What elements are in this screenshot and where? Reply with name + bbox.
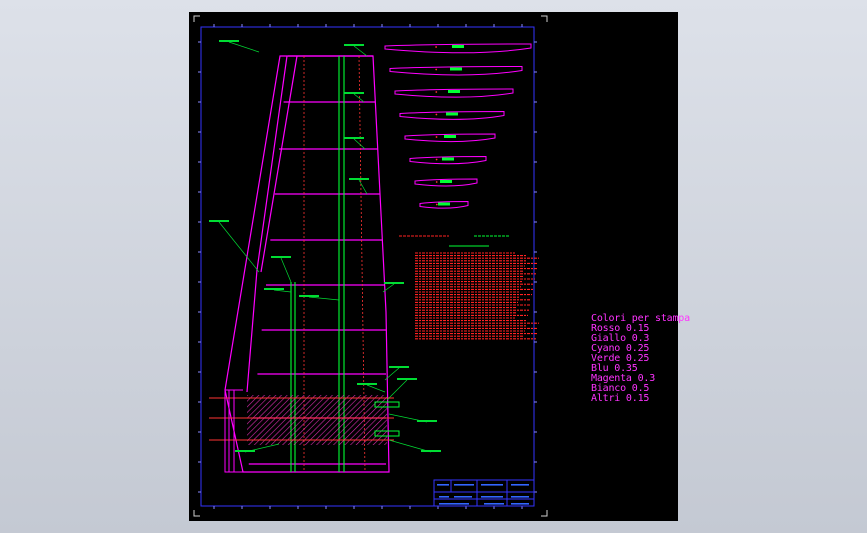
rib-profile-dot — [435, 68, 438, 71]
title-block-text-mark — [481, 496, 503, 498]
root-hatched-area — [247, 395, 387, 445]
callout-leader — [273, 289, 292, 293]
title-block-text-mark — [511, 484, 529, 486]
rib-profile-dot — [435, 113, 438, 116]
callout-label-mark — [264, 288, 284, 290]
title-block-text-mark — [439, 496, 449, 498]
rib-profile-dot — [435, 158, 438, 161]
rib-profile-dot — [435, 46, 437, 48]
callout-leader — [218, 221, 260, 273]
rib-profile-dot — [435, 181, 438, 183]
callout-leader — [308, 296, 340, 301]
callout-leader — [228, 41, 260, 53]
rib-profile-label-mark — [444, 135, 456, 138]
callout-label-mark — [219, 40, 239, 42]
wing-drawing-sheet — [193, 15, 548, 517]
title-block-text-mark — [481, 484, 503, 486]
callout-leaders — [218, 41, 432, 453]
rib-profile-dot — [435, 203, 438, 206]
cad-viewport[interactable] — [189, 12, 678, 521]
rib-profile-label-mark — [442, 157, 454, 161]
rib-profiles — [384, 43, 532, 209]
callout-label-mark — [344, 92, 364, 94]
title-block-text-mark — [454, 496, 472, 498]
title-block-text-mark — [511, 496, 529, 498]
title-block-text-mark — [511, 503, 529, 505]
print-color-legend: Colori per stampa Rosso 0.15 Giallo 0.3 … — [591, 314, 690, 404]
callout-label-mark — [344, 44, 364, 46]
title-block-text-mark — [484, 503, 504, 505]
rib-profile-label-mark — [450, 67, 462, 71]
rib-profile-label-mark — [440, 180, 452, 183]
rib-profile-label-mark — [446, 112, 458, 116]
rib-profile-dot — [435, 136, 438, 138]
title-block-text-mark — [454, 484, 474, 486]
callout-label-mark — [235, 450, 255, 452]
rib-profile-label-mark — [452, 45, 464, 48]
callout-label-mark — [384, 282, 404, 284]
callout-leader — [353, 138, 366, 150]
callout-label-mark — [299, 295, 319, 297]
callout-leader — [353, 45, 368, 57]
callout-leader — [280, 257, 292, 283]
rib-profile-label-mark — [438, 202, 450, 206]
legend-item-altri: Altri 0.15 — [591, 393, 650, 404]
title-block-text-mark — [437, 484, 449, 486]
callout-leader — [366, 384, 386, 393]
callout-leader — [353, 93, 365, 103]
callout-label-mark — [349, 178, 369, 180]
callout-label-mark — [344, 137, 364, 139]
rib-profile-dot — [435, 91, 438, 93]
rib-profile-label-mark — [448, 90, 460, 93]
callout-label-mark — [209, 220, 229, 222]
callout-leader — [358, 179, 368, 195]
callout-label-mark — [357, 383, 377, 385]
callout-label-mark — [417, 420, 437, 422]
callout-leader — [386, 379, 408, 401]
callout-label-mark — [389, 366, 409, 368]
callout-label-mark — [397, 378, 417, 380]
callout-label-mark — [271, 256, 291, 258]
title-block — [433, 479, 535, 507]
title-block-text-mark — [439, 503, 469, 505]
notes-block — [399, 235, 539, 340]
callout-label-mark — [421, 450, 441, 452]
